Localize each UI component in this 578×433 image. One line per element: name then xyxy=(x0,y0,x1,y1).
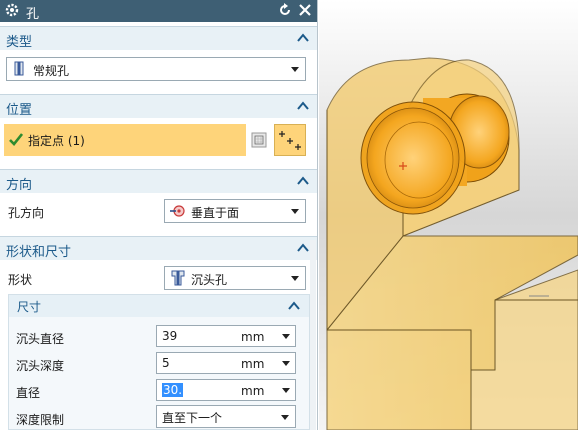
chevron-down-icon[interactable] xyxy=(282,361,290,366)
hole-direction-value: 垂直于面 xyxy=(191,206,240,220)
section-direction-header[interactable]: 方向 xyxy=(0,169,317,193)
counterbore-diameter-input[interactable]: 39 mm xyxy=(156,325,296,347)
sketch-section-icon[interactable] xyxy=(249,130,269,150)
chevron-down-icon[interactable] xyxy=(282,388,290,393)
diameter-unit: mm xyxy=(241,384,265,398)
dialog-scrollbar[interactable] xyxy=(310,240,316,430)
depth-limit-select[interactable]: 直至下一个 xyxy=(156,405,296,428)
point-plus-icon xyxy=(279,131,301,150)
shape-value: 沉头孔 xyxy=(191,273,228,287)
checkmark-icon xyxy=(9,133,23,146)
chevron-up-icon[interactable] xyxy=(297,176,309,186)
chevron-up-icon[interactable] xyxy=(288,301,300,311)
hole-direction-select[interactable]: 垂直于面 xyxy=(164,199,306,223)
section-position-label: 位置 xyxy=(6,103,33,118)
counterbore-depth-value: 5 xyxy=(162,356,170,370)
hole-type-icon xyxy=(14,61,24,76)
hole-type-value: 常规孔 xyxy=(33,64,70,78)
close-icon[interactable] xyxy=(298,3,312,17)
normal-to-face-icon xyxy=(170,205,185,217)
model-3d[interactable] xyxy=(319,0,578,431)
reset-icon[interactable] xyxy=(278,3,292,17)
diameter-label: 直径 xyxy=(16,386,41,400)
counterbore-depth-input[interactable]: 5 mm xyxy=(156,352,296,374)
counterbore-diameter-unit: mm xyxy=(241,330,265,344)
section-shape-label: 形状和尺寸 xyxy=(6,245,72,260)
counterbore-diameter-label: 沉头直径 xyxy=(16,332,65,346)
chevron-down-icon[interactable] xyxy=(282,334,290,339)
dialog-title: 孔 xyxy=(26,7,40,22)
specify-point-label: 指定点 (1) xyxy=(28,134,85,148)
chevron-down-icon xyxy=(291,67,299,72)
section-shape-header[interactable]: 形状和尺寸 xyxy=(0,236,317,260)
counterbore-depth-unit: mm xyxy=(241,357,265,371)
point-dialog-button[interactable] xyxy=(274,124,306,156)
shape-select[interactable]: 沉头孔 xyxy=(164,266,306,290)
section-type-label: 类型 xyxy=(6,35,33,50)
depth-limit-label: 深度限制 xyxy=(16,413,65,427)
diameter-input[interactable]: 30. mm xyxy=(156,379,296,401)
hole-type-select[interactable]: 常规孔 xyxy=(6,57,306,81)
specify-point-row[interactable]: 指定点 (1) xyxy=(4,124,246,156)
dialog-titlebar: 孔 xyxy=(0,0,317,22)
chevron-down-icon xyxy=(291,276,299,281)
hole-dialog: 孔 类型 常规孔 位置 指定点 (1) 方向 孔方向 垂直于面 形状和尺寸 形状… xyxy=(0,0,318,430)
dimensions-header[interactable]: 尺寸 xyxy=(9,295,309,317)
dimensions-label: 尺寸 xyxy=(17,300,42,314)
section-direction-label: 方向 xyxy=(6,178,33,193)
shape-label: 形状 xyxy=(8,273,33,287)
section-position-header[interactable]: 位置 xyxy=(0,94,317,118)
counterbore-diameter-value: 39 xyxy=(162,329,178,343)
chevron-up-icon[interactable] xyxy=(297,243,309,253)
hole-direction-label: 孔方向 xyxy=(8,206,45,220)
chevron-down-icon xyxy=(281,415,289,420)
gear-icon[interactable] xyxy=(4,2,20,18)
chevron-down-icon xyxy=(291,209,299,214)
counterbore-icon xyxy=(171,270,185,286)
chevron-up-icon[interactable] xyxy=(297,101,309,111)
graphics-viewport[interactable] xyxy=(319,0,578,431)
counterbore-depth-label: 沉头深度 xyxy=(16,359,65,373)
chevron-up-icon[interactable] xyxy=(297,33,309,43)
depth-limit-value: 直至下一个 xyxy=(162,411,223,425)
section-type-header[interactable]: 类型 xyxy=(0,26,317,50)
diameter-value: 30. xyxy=(162,383,184,397)
